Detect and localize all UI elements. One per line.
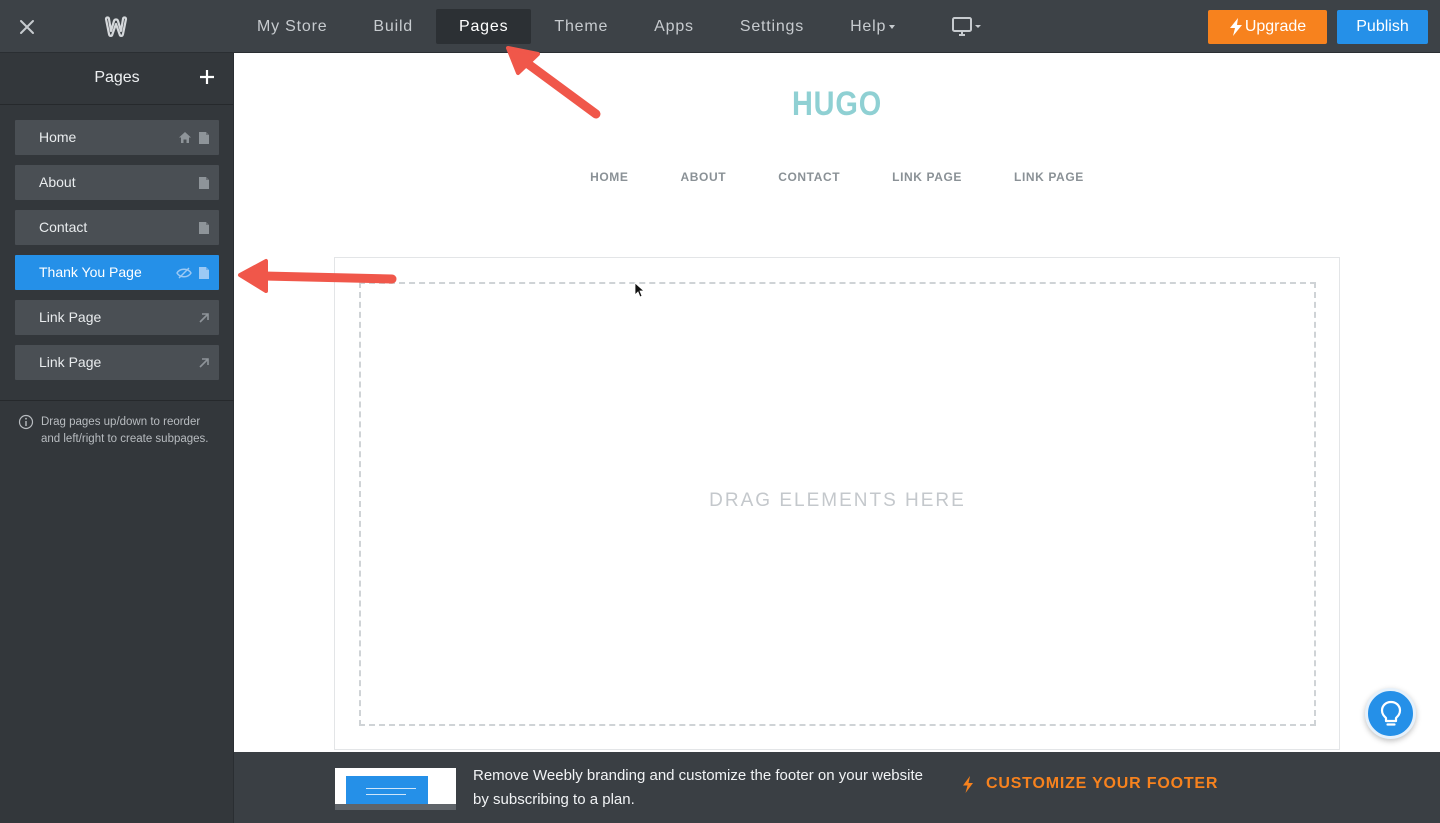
publish-button[interactable]: Publish	[1337, 10, 1428, 44]
page-icon	[199, 176, 209, 189]
page-list: Home About Contact Thank You Page Link P…	[15, 120, 219, 390]
page-icon	[199, 266, 209, 279]
upgrade-label: Upgrade	[1244, 18, 1307, 35]
reorder-hint: Drag pages up/down to reorder and left/r…	[18, 414, 228, 448]
tab-help-label: Help	[850, 18, 887, 35]
customize-footer-label: CUSTOMIZE YOUR FOOTER	[986, 775, 1219, 792]
device-preview-dropdown[interactable]	[950, 14, 986, 40]
footer-upsell-banner: Remove Weebly branding and customize the…	[234, 752, 1440, 823]
top-bar: My Store Build Pages Theme Apps Settings…	[0, 0, 1440, 53]
external-link-icon	[199, 312, 209, 323]
footer-preview-image	[335, 768, 456, 810]
page-item-label: About	[39, 174, 76, 190]
site-nav: HOME ABOUT CONTACT LINK PAGE LINK PAGE	[234, 170, 1440, 184]
customize-footer-link[interactable]: CUSTOMIZE YOUR FOOTER	[962, 775, 1218, 793]
sidebar-header: Pages	[0, 53, 233, 105]
tab-settings[interactable]: Settings	[717, 9, 827, 44]
hidden-eye-icon	[176, 267, 192, 278]
page-item-label: Link Page	[39, 309, 102, 325]
pages-sidebar: Pages Home About Contact Thank You Page	[0, 53, 234, 823]
external-link-icon	[199, 357, 209, 368]
site-title[interactable]: HUGO	[324, 85, 1349, 124]
upgrade-button[interactable]: Upgrade	[1208, 10, 1327, 44]
tab-apps[interactable]: Apps	[631, 9, 717, 44]
page-item-about[interactable]: About	[15, 165, 219, 200]
drop-zone[interactable]: DRAG ELEMENTS HERE	[359, 282, 1316, 726]
home-icon	[179, 132, 191, 143]
drop-zone-label: DRAG ELEMENTS HERE	[709, 490, 966, 511]
site-nav-link-page[interactable]: LINK PAGE	[892, 170, 962, 184]
page-item-link-page[interactable]: Link Page	[15, 300, 219, 335]
page-item-contact[interactable]: Contact	[15, 210, 219, 245]
page-item-thank-you[interactable]: Thank You Page	[15, 255, 219, 290]
page-item-home[interactable]: Home	[15, 120, 219, 155]
add-page-icon[interactable]	[197, 67, 217, 87]
lightning-icon	[963, 775, 973, 793]
tab-pages[interactable]: Pages	[436, 9, 532, 44]
content-section: DRAG ELEMENTS HERE	[334, 257, 1340, 750]
page-icon	[199, 131, 209, 144]
site-nav-about[interactable]: ABOUT	[681, 170, 727, 184]
info-icon	[18, 414, 34, 430]
page-item-label: Link Page	[39, 354, 102, 370]
site-nav-contact[interactable]: CONTACT	[778, 170, 840, 184]
mouse-cursor-icon	[634, 282, 644, 298]
page-item-label: Contact	[39, 219, 88, 235]
main-nav: My Store Build Pages Theme Apps Settings…	[234, 9, 918, 44]
site-nav-home[interactable]: HOME	[590, 170, 628, 184]
close-icon[interactable]	[14, 14, 40, 40]
page-item-label: Home	[39, 129, 77, 145]
hint-text: Drag pages up/down to reorder and left/r…	[41, 416, 209, 445]
footer-upsell-text: Remove Weebly branding and customize the…	[473, 767, 923, 808]
tab-theme[interactable]: Theme	[531, 9, 631, 44]
chevron-down-icon	[889, 24, 896, 29]
page-item-label: Thank You Page	[39, 264, 142, 280]
site-nav-link-page[interactable]: LINK PAGE	[1014, 170, 1084, 184]
page-item-link-page[interactable]: Link Page	[15, 345, 219, 380]
weebly-logo-icon[interactable]	[103, 14, 131, 40]
monitor-icon	[952, 17, 981, 36]
page-icon	[199, 221, 209, 234]
tab-build[interactable]: Build	[350, 9, 436, 44]
site-canvas: HUGO HOME ABOUT CONTACT LINK PAGE LINK P…	[234, 53, 1440, 752]
sidebar-divider	[0, 400, 234, 401]
lightning-icon	[1229, 18, 1242, 36]
tab-my-store[interactable]: My Store	[234, 9, 350, 44]
tab-help[interactable]: Help	[827, 9, 918, 44]
lightbulb-help-icon[interactable]	[1365, 688, 1416, 739]
